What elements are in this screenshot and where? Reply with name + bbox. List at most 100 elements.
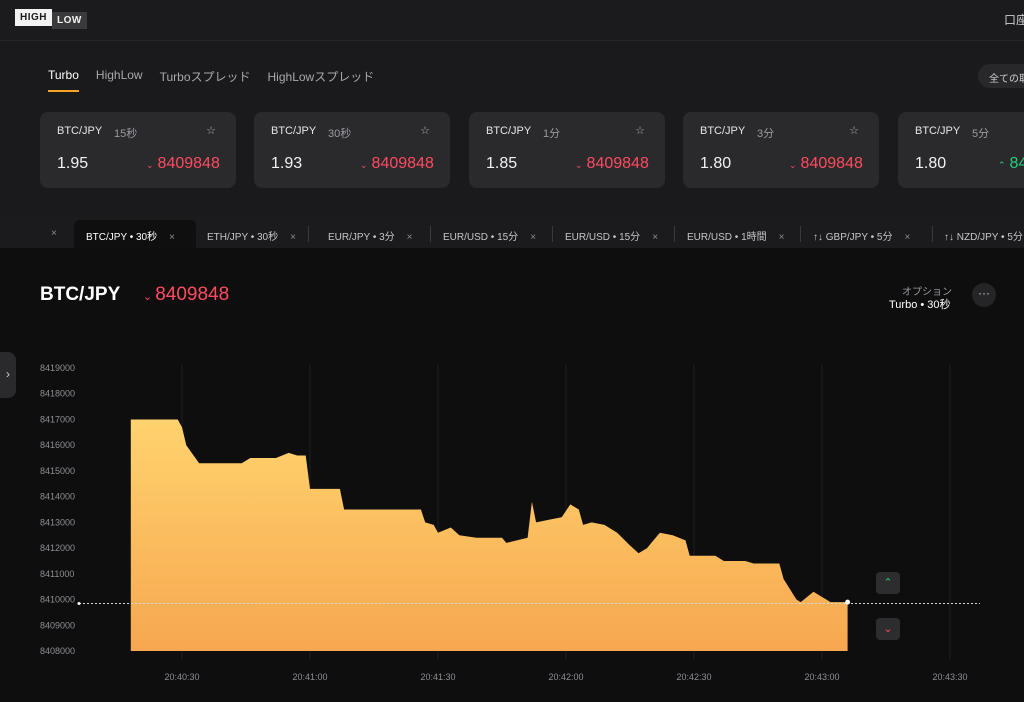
y-tick-label: 8416000: [40, 440, 75, 450]
all-trades-button[interactable]: 全ての取: [978, 64, 1024, 88]
y-tick-label: 8410000: [40, 595, 75, 605]
asset-tab[interactable]: BTC/JPY • 30秒 ×: [74, 220, 196, 248]
trade-type-tabs: Turbo HighLow Turboスプレッド HighLowスプレッド: [48, 60, 374, 92]
card-price: ⌄ 8409848: [789, 155, 863, 173]
close-icon[interactable]: ×: [904, 232, 910, 243]
card-duration: 1分: [543, 128, 561, 140]
asset-tab[interactable]: EUR/JPY • 3分 ×: [328, 220, 413, 248]
asset-tab-label: EUR/USD • 15分: [443, 232, 519, 243]
asset-tab-label: ETH/JPY • 30秒: [207, 232, 279, 243]
x-tick-label: 20:41:30: [420, 672, 455, 682]
asset-tab[interactable]: ↑↓ GBP/JPY • 5分 ×: [813, 220, 910, 248]
star-icon[interactable]: ☆: [635, 124, 645, 137]
price-chart: 8419000 8418000 8417000 8416000 8415000 84140…: [40, 363, 980, 682]
y-tick-label: 8417000: [40, 414, 75, 424]
close-icon[interactable]: ×: [530, 232, 536, 243]
card-price: ⌄ 8409848: [575, 155, 649, 173]
card-price-value: 8409848: [586, 155, 649, 172]
high-button[interactable]: ⌃: [876, 572, 900, 594]
card-price: ⌃ 84: [998, 155, 1024, 173]
y-tick-label: 8412000: [40, 543, 75, 553]
close-icon[interactable]: ×: [407, 232, 413, 243]
card-payout: 1.80: [915, 155, 947, 172]
card-duration: 5分: [972, 128, 990, 140]
card-duration: 15秒: [114, 128, 138, 140]
card-payout: 1.80: [700, 155, 732, 172]
x-tick-label: 20:40:30: [164, 672, 199, 682]
asset-tab[interactable]: ETH/JPY • 30秒 ×: [207, 220, 296, 248]
low-button[interactable]: ⌄: [876, 618, 900, 640]
card-pair: BTC/JPY: [271, 125, 317, 137]
card-payout: 1.85: [486, 155, 518, 172]
star-icon[interactable]: ☆: [206, 124, 216, 137]
x-tick-label: 20:43:30: [932, 672, 967, 682]
card-duration: 3分: [757, 128, 775, 140]
logo-low-text: LOW: [52, 12, 87, 29]
asset-tab[interactable]: ↑↓ NZD/JPY • 5分: [944, 220, 1023, 248]
star-icon[interactable]: ☆: [849, 124, 859, 137]
tab-turbo[interactable]: Turbo: [48, 60, 79, 92]
logo-high-text: HIGH: [15, 9, 52, 26]
y-tick-label: 8408000: [40, 646, 75, 656]
asset-card[interactable]: BTC/JPY 5分 1.80 ⌃ 84: [898, 112, 1024, 188]
x-tick-label: 20:43:00: [804, 672, 839, 682]
card-price-value: 8409848: [371, 155, 434, 172]
arrow-down-icon: ⌄: [146, 160, 154, 170]
asset-tab[interactable]: EUR/USD • 1時間 ×: [687, 220, 784, 248]
x-tick-label: 20:41:00: [292, 672, 327, 682]
account-link[interactable]: 口座: [1004, 11, 1024, 28]
highlow-logo[interactable]: HIGH LOW: [15, 9, 87, 29]
y-tick-label: 8413000: [40, 517, 75, 527]
current-price-dot: [845, 599, 851, 605]
asset-card[interactable]: BTC/JPY 1分 ☆ 1.85 ⌄ 8409848: [469, 112, 665, 188]
asset-tab-label: ↑↓ NZD/JPY • 5分: [944, 232, 1023, 243]
tab-turbo-spread[interactable]: Turboスプレッド: [160, 60, 251, 90]
card-price: ⌄ 8409848: [146, 155, 220, 173]
close-icon[interactable]: ×: [652, 232, 658, 243]
arrow-down-icon: ⌄: [575, 160, 583, 170]
close-icon[interactable]: ×: [779, 232, 785, 243]
chart-asset-title: BTC/JPY: [40, 284, 121, 305]
asset-tab-label: ↑↓ GBP/JPY • 5分: [813, 232, 893, 243]
price-area-series: [130, 419, 848, 651]
chart-current-price: ⌄ 8409848: [143, 284, 229, 306]
asset-card[interactable]: BTC/JPY 3分 ☆ 1.80 ⌄ 8409848: [683, 112, 879, 188]
tab-highlow-spread[interactable]: HighLowスプレッド: [268, 60, 375, 90]
arrow-down-icon: ⌄: [789, 160, 797, 170]
y-tick-label: 8414000: [40, 492, 75, 502]
x-tick-label: 20:42:30: [676, 672, 711, 682]
close-icon[interactable]: ×: [290, 232, 296, 243]
asset-tab[interactable]: EUR/USD • 15分 ×: [443, 220, 536, 248]
asset-tab-label: BTC/JPY • 30秒: [86, 232, 158, 243]
card-price-value: 8409848: [800, 155, 863, 172]
asset-tab-label: EUR/USD • 15分: [565, 232, 641, 243]
asset-tab[interactable]: EUR/USD • 15分 ×: [565, 220, 658, 248]
card-duration: 30秒: [328, 128, 352, 140]
option-value[interactable]: Turbo • 30秒: [889, 296, 951, 312]
star-icon[interactable]: ☆: [420, 124, 430, 137]
tab-highlow[interactable]: HighLow: [96, 60, 143, 90]
arrow-down-icon: ⌄: [143, 291, 153, 303]
y-tick-label: 8418000: [40, 389, 75, 399]
card-price-value: 84: [1009, 155, 1024, 172]
asset-card[interactable]: BTC/JPY 30秒 ☆ 1.93 ⌄ 8409848: [254, 112, 450, 188]
arrow-up-icon: ⌃: [998, 160, 1006, 170]
more-options-button[interactable]: ···: [972, 283, 996, 307]
y-tick-label: 8411000: [40, 569, 74, 579]
asset-card[interactable]: BTC/JPY 15秒 ☆ 1.95 ⌄ 8409848: [40, 112, 236, 188]
close-icon[interactable]: ×: [51, 228, 57, 239]
y-tick-label: 8409000: [40, 620, 75, 630]
card-price-value: 8409848: [157, 155, 220, 172]
asset-tab-label: EUR/JPY • 3分: [328, 232, 395, 243]
card-price: ⌄ 8409848: [360, 155, 434, 173]
close-icon[interactable]: ×: [169, 232, 175, 243]
chart-price-value: 8409848: [155, 284, 230, 305]
top-bar: HIGH LOW 口座: [0, 0, 1024, 41]
y-tick-label: 8419000: [40, 363, 75, 373]
strike-start-dot: [77, 601, 81, 605]
card-pair: BTC/JPY: [486, 125, 532, 137]
card-pair: BTC/JPY: [915, 125, 961, 137]
card-pair: BTC/JPY: [700, 125, 746, 137]
arrow-down-icon: ⌄: [360, 160, 368, 170]
asset-tab-label: EUR/USD • 1時間: [687, 232, 767, 243]
